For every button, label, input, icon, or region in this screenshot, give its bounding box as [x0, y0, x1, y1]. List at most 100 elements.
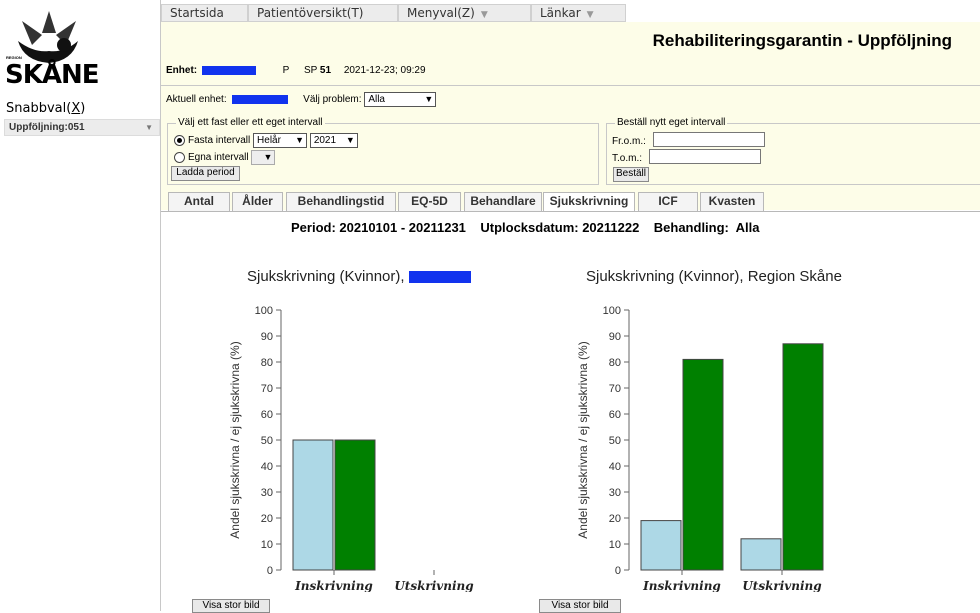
y-tick-label: 30: [261, 487, 273, 499]
menu-tab-startsida[interactable]: Startsida: [161, 4, 248, 22]
enhet-label: Enhet:: [166, 65, 198, 76]
bar: [682, 358, 724, 571]
y-tick-label: 40: [261, 461, 273, 473]
enhet-row: Enhet: P SP 51 2021-12-23; 09:29: [166, 65, 426, 76]
p-label: P: [282, 65, 290, 76]
bar: [292, 439, 334, 571]
y-tick-label: 50: [609, 435, 621, 447]
chart-2-title: Sjukskrivning (Kvinnor), Region Skåne: [586, 268, 842, 285]
menu-tab-menyval[interactable]: Menyval(Z) ▼: [398, 4, 531, 22]
aktuell-enhet-label: Aktuell enhet:: [166, 94, 227, 106]
from-date-input[interactable]: [653, 132, 765, 147]
y-tick-label: 50: [261, 435, 273, 447]
chart-2: Andel sjukskrivna / ej sjukskrivna (%) 0 1…: [576, 305, 824, 592]
y-tick-label: 20: [609, 513, 621, 525]
tab-eq5d[interactable]: EQ-5D: [398, 192, 461, 212]
y-tick-label: 90: [609, 331, 621, 343]
sidebar: REGION SKÅNE Snabbval(X) Uppföljning:051…: [0, 0, 161, 611]
tab-sjukskrivning[interactable]: Sjukskrivning: [543, 192, 635, 213]
bestall-button[interactable]: Beställ: [613, 167, 649, 182]
quick-select-value: Uppföljning:051: [9, 122, 85, 133]
tab-behandlare[interactable]: Behandlare: [464, 192, 542, 212]
chevron-down-icon: ▼: [263, 152, 273, 162]
redacted-unit-name: [201, 65, 256, 75]
sp-value: 51: [319, 65, 332, 76]
menu-tab-patientoversikt[interactable]: Patientöversikt(T): [248, 4, 398, 22]
menu-tab-lankar[interactable]: Länkar ▼: [531, 4, 626, 22]
divider: [161, 85, 980, 86]
period-line: Period: 20210101 - 20211231 Utplocksdatu…: [291, 220, 760, 235]
egna-row: Egna intervall ▼: [174, 150, 276, 165]
interval-legend: Välj ett fast eller ett eget intervall: [176, 117, 325, 128]
bar: [740, 538, 782, 571]
chart-1: Andel sjukskrivna / ej sjukskrivna (%) 0 1…: [228, 305, 474, 592]
year-select[interactable]: 2021 ▼: [309, 133, 358, 148]
y-tick-label: 60: [609, 409, 621, 421]
tab-icf[interactable]: ICF: [638, 192, 698, 212]
y-tick-label: 20: [261, 513, 273, 525]
egna-label: Egna intervall: [188, 152, 249, 164]
y-tick-label: 80: [609, 357, 621, 369]
problem-label: Välj problem:: [303, 94, 362, 106]
y-tick-label: 40: [609, 461, 621, 473]
egna-radio[interactable]: [174, 152, 185, 163]
x-category-label: Inskrivning: [294, 579, 373, 592]
y-tick-label: 100: [603, 305, 621, 317]
quick-select-dropdown[interactable]: Uppföljning:051 ▼: [4, 119, 160, 136]
page-title: Rehabiliteringsgarantin - Uppföljning: [652, 31, 952, 50]
from-label: Fr.o.m.:: [612, 136, 646, 147]
y-tick-label: 70: [261, 383, 273, 395]
x-category-label: Utskrivning: [742, 579, 821, 592]
y-tick-label: 10: [609, 539, 621, 551]
y-tick-label: 0: [267, 565, 273, 577]
fasta-radio[interactable]: [174, 135, 185, 146]
y-axis-label: Andel sjukskrivna / ej sjukskrivna (%): [228, 341, 242, 538]
tab-kvasten[interactable]: Kvasten: [700, 192, 764, 212]
tab-behandlingstid[interactable]: Behandlingstid: [286, 192, 396, 212]
tab-antal[interactable]: Antal: [168, 192, 230, 212]
y-tick-label: 70: [609, 383, 621, 395]
bar: [782, 343, 824, 571]
y-tick-label: 30: [609, 487, 621, 499]
timestamp: 2021-12-23; 09:29: [343, 65, 426, 76]
problem-select[interactable]: Alla ▼: [364, 92, 437, 107]
y-tick-label: 80: [261, 357, 273, 369]
chart-1-title: Sjukskrivning (Kvinnor),: [247, 268, 471, 285]
aktuell-row: Aktuell enhet: Välj problem: Alla ▼: [166, 92, 437, 107]
period-select[interactable]: Helår ▼: [253, 133, 308, 148]
y-tick-label: 100: [255, 305, 273, 317]
to-label: T.o.m.:: [612, 153, 643, 164]
interval-fieldset: Välj ett fast eller ett eget intervall F…: [167, 117, 599, 185]
chevron-down-icon: ▼: [345, 135, 355, 145]
content-panel: Period: 20210101 - 20211231 Utplocksdatu…: [161, 211, 980, 613]
fasta-row: Fasta intervall Helår ▼ 2021 ▼: [174, 133, 358, 148]
top-menu: Startsida Patientöversikt(T) Menyval(Z) ▼…: [161, 4, 980, 22]
y-tick-label: 10: [261, 539, 273, 551]
chevron-down-icon: ▼: [480, 10, 488, 20]
bar: [334, 439, 376, 571]
x-category-label: Inskrivning: [642, 579, 721, 592]
logo-text: SKÅNE: [5, 60, 100, 90]
fasta-label: Fasta intervall: [188, 135, 251, 147]
snabbval-label: Snabbval(X): [6, 101, 86, 116]
header-area: Rehabiliteringsgarantin - Uppföljning En…: [161, 22, 980, 210]
sp-label: SP: [303, 65, 318, 76]
x-category-label: Utskrivning: [394, 579, 473, 592]
bar: [640, 520, 682, 571]
chevron-down-icon: ▼: [586, 10, 594, 20]
y-tick-label: 90: [261, 331, 273, 343]
ladda-period-button[interactable]: Ladda period: [171, 166, 240, 181]
y-axis-label: Andel sjukskrivna / ej sjukskrivna (%): [576, 341, 590, 538]
to-date-input[interactable]: [649, 149, 761, 164]
chevron-down-icon: ▼: [424, 94, 434, 104]
tab-alder[interactable]: Ålder: [232, 192, 283, 212]
chevron-down-icon: ▼: [145, 123, 153, 132]
redacted-current-unit: [232, 95, 289, 104]
y-tick-label: 60: [261, 409, 273, 421]
y-tick-label: 0: [615, 565, 621, 577]
chevron-down-icon: ▼: [295, 135, 305, 145]
custom-interval-legend: Beställ nytt eget intervall: [615, 117, 728, 128]
redacted-unit-in-title: [408, 271, 471, 284]
custom-interval-fieldset: Beställ nytt eget intervall Fr.o.m.: T.o…: [606, 117, 980, 185]
egna-select[interactable]: ▼: [251, 150, 276, 165]
